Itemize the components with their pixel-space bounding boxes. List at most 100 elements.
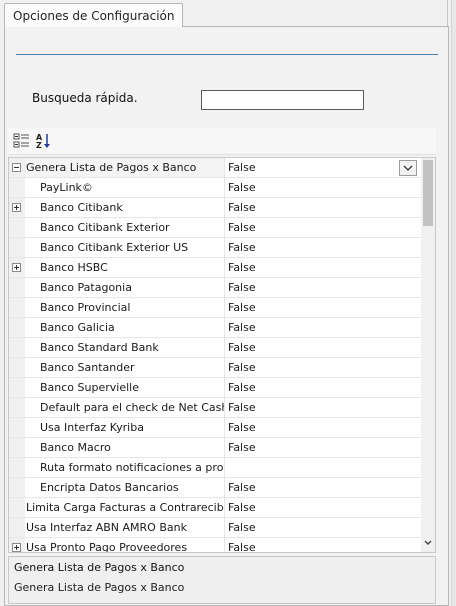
- property-value[interactable]: False: [225, 398, 421, 417]
- sort-az-icon[interactable]: A Z: [35, 132, 53, 150]
- property-name[interactable]: Ruta formato notificaciones a prov.: [25, 458, 225, 477]
- row-gutter: [9, 178, 25, 197]
- property-row[interactable]: Banco Citibank Exterior US False: [9, 238, 421, 258]
- row-gutter: [9, 438, 25, 457]
- property-name[interactable]: Default para el check de Net Cash: [25, 398, 225, 417]
- property-row[interactable]: Usa Pronto Pago Proveedores False: [9, 538, 421, 552]
- window: Opciones de Configuración Busqueda rápid…: [0, 0, 456, 606]
- property-name[interactable]: Limita Carga Facturas a Contrarecibos: [25, 498, 225, 517]
- property-row[interactable]: Banco Provincial False: [9, 298, 421, 318]
- property-value[interactable]: False: [225, 518, 421, 537]
- row-gutter: [9, 358, 25, 377]
- property-name[interactable]: Banco HSBC: [25, 258, 225, 277]
- row-gutter: [9, 278, 25, 297]
- property-value[interactable]: False: [225, 298, 421, 317]
- property-name[interactable]: Encripta Datos Bancarios: [25, 478, 225, 497]
- property-row[interactable]: Banco Standard Bank False: [9, 338, 421, 358]
- row-gutter: [9, 238, 25, 257]
- expand-icon[interactable]: [12, 543, 21, 552]
- property-row[interactable]: Banco Galicia False: [9, 318, 421, 338]
- property-name[interactable]: Banco Citibank Exterior: [25, 218, 225, 237]
- quick-search-input[interactable]: [201, 90, 364, 110]
- property-name[interactable]: Banco Galicia: [25, 318, 225, 337]
- property-value[interactable]: [225, 458, 421, 477]
- row-gutter: [9, 218, 25, 237]
- property-name[interactable]: PayLink©: [25, 178, 225, 197]
- property-name[interactable]: Banco Citibank: [25, 198, 225, 217]
- property-value[interactable]: False: [225, 538, 421, 552]
- property-name[interactable]: Banco Standard Bank: [25, 338, 225, 357]
- property-name[interactable]: Genera Lista de Pagos x Banco: [25, 158, 225, 177]
- row-gutter: [9, 258, 25, 277]
- property-name[interactable]: Banco Citibank Exterior US: [25, 238, 225, 257]
- collapse-icon[interactable]: [12, 163, 21, 172]
- property-name[interactable]: Usa Interfaz Kyriba: [25, 418, 225, 437]
- property-value[interactable]: False: [225, 218, 421, 237]
- property-name[interactable]: Usa Pronto Pago Proveedores: [25, 538, 225, 552]
- row-gutter: [9, 498, 25, 517]
- row-gutter: [9, 198, 25, 217]
- expand-icon[interactable]: [12, 203, 21, 212]
- row-gutter: [9, 478, 25, 497]
- row-gutter: [9, 538, 25, 552]
- help-panel: Genera Lista de Pagos x Banco Genera Lis…: [8, 556, 436, 604]
- tab-opciones-configuracion[interactable]: Opciones de Configuración: [4, 3, 183, 27]
- scroll-down-icon[interactable]: [424, 539, 432, 547]
- property-row[interactable]: Banco Supervielle False: [9, 378, 421, 398]
- property-row[interactable]: Banco Citibank False: [9, 198, 421, 218]
- row-gutter: [9, 378, 25, 397]
- row-gutter: [9, 318, 25, 337]
- property-value[interactable]: False: [225, 338, 421, 357]
- property-name[interactable]: Banco Patagonia: [25, 278, 225, 297]
- property-value[interactable]: False: [225, 418, 421, 437]
- property-name[interactable]: Banco Provincial: [25, 298, 225, 317]
- property-value[interactable]: False: [225, 238, 421, 257]
- row-gutter: [9, 418, 25, 437]
- property-row[interactable]: Genera Lista de Pagos x Banco False: [9, 158, 421, 178]
- property-value[interactable]: False: [225, 258, 421, 277]
- property-row[interactable]: Banco Patagonia False: [9, 278, 421, 298]
- right-splitter[interactable]: [451, 0, 456, 606]
- property-row[interactable]: Ruta formato notificaciones a prov.: [9, 458, 421, 478]
- property-row[interactable]: Encripta Datos Bancarios False: [9, 478, 421, 498]
- expand-icon[interactable]: [12, 263, 21, 272]
- property-value[interactable]: False: [225, 278, 421, 297]
- scrollbar-thumb[interactable]: [423, 160, 433, 226]
- separator-line: [16, 54, 438, 55]
- value-dropdown-button[interactable]: [399, 160, 417, 176]
- property-value[interactable]: False: [225, 158, 421, 177]
- property-row[interactable]: Usa Interfaz ABN AMRO Bank False: [9, 518, 421, 538]
- property-row[interactable]: Banco Santander False: [9, 358, 421, 378]
- property-row[interactable]: Banco HSBC False: [9, 258, 421, 278]
- row-gutter: [9, 458, 25, 477]
- property-value[interactable]: False: [225, 318, 421, 337]
- property-row[interactable]: Default para el check de Net Cash False: [9, 398, 421, 418]
- property-grid-toolbar: A Z: [8, 128, 436, 155]
- property-grid: Genera Lista de Pagos x Banco False PayLin…: [8, 157, 436, 553]
- property-row[interactable]: Usa Interfaz Kyriba False: [9, 418, 421, 438]
- property-value[interactable]: False: [225, 358, 421, 377]
- help-title: Genera Lista de Pagos x Banco: [14, 561, 185, 574]
- row-gutter: [9, 338, 25, 357]
- row-gutter: [9, 518, 25, 537]
- property-name[interactable]: Banco Santander: [25, 358, 225, 377]
- vertical-scrollbar[interactable]: [421, 158, 435, 552]
- property-name[interactable]: Banco Macro: [25, 438, 225, 457]
- property-value[interactable]: False: [225, 378, 421, 397]
- categorized-view-icon[interactable]: [13, 132, 31, 150]
- property-value[interactable]: False: [225, 178, 421, 197]
- row-gutter: [9, 158, 25, 177]
- quick-search-label: Busqueda rápida.: [32, 91, 138, 105]
- help-description: Genera Lista de Pagos x Banco: [14, 581, 185, 594]
- property-name[interactable]: Usa Interfaz ABN AMRO Bank: [25, 518, 225, 537]
- property-row[interactable]: Banco Citibank Exterior False: [9, 218, 421, 238]
- property-value[interactable]: False: [225, 438, 421, 457]
- property-row[interactable]: Limita Carga Facturas a Contrarecibos Fal…: [9, 498, 421, 518]
- property-name[interactable]: Banco Supervielle: [25, 378, 225, 397]
- svg-text:Z: Z: [36, 141, 42, 150]
- property-value[interactable]: False: [225, 478, 421, 497]
- property-row[interactable]: Banco Macro False: [9, 438, 421, 458]
- property-row[interactable]: PayLink© False: [9, 178, 421, 198]
- property-value[interactable]: False: [225, 198, 421, 217]
- property-value[interactable]: False: [225, 498, 421, 517]
